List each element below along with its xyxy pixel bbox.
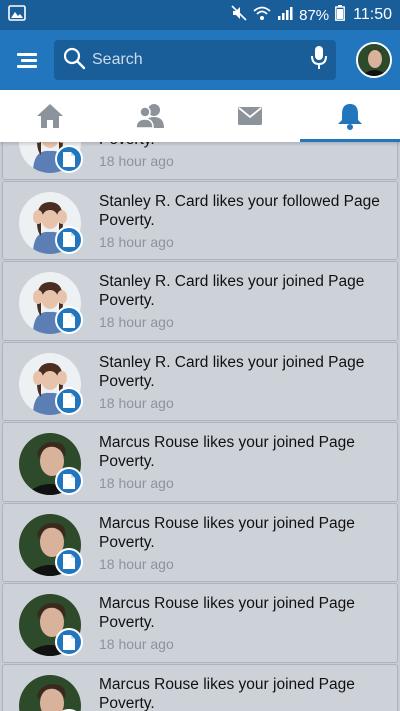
notification-item[interactable]: Stanley R. Card likes your followed Page… <box>2 180 398 260</box>
notification-message: Marcus Rouse likes your joined Page Pove… <box>99 595 355 631</box>
notification-avatar <box>19 674 81 711</box>
page-badge <box>55 547 83 576</box>
friends-icon <box>135 104 164 129</box>
page-icon <box>63 473 75 489</box>
notification-item[interactable]: Marcus Rouse likes your joined Page Pove… <box>2 422 398 502</box>
page-badge <box>55 145 83 173</box>
notification-time: 18 hour ago <box>99 153 174 169</box>
notification-time: 18 hour ago <box>99 475 174 491</box>
notification-message: Marcus Rouse likes your joined Page Pove… <box>99 675 355 711</box>
page-icon <box>63 232 75 247</box>
menu-icon <box>17 53 37 68</box>
notification-message: Marcus Rouse likes your joined Page Pove… <box>99 514 355 551</box>
gallery-icon <box>8 4 26 26</box>
search-bar[interactable] <box>54 40 336 80</box>
bell-icon <box>338 104 362 130</box>
notification-time: 18 hour ago <box>99 233 174 250</box>
page-icon <box>63 554 75 569</box>
profile-avatar[interactable] <box>356 42 392 78</box>
tab-bar <box>0 90 400 142</box>
page-icon <box>63 151 75 167</box>
notification-item[interactable]: Marcus Rouse likes your joined Page Pove… <box>2 502 398 582</box>
wifi-icon <box>253 5 271 25</box>
search-icon <box>62 46 86 75</box>
battery-icon <box>335 5 346 25</box>
page-icon <box>63 312 75 328</box>
page-badge <box>55 628 83 656</box>
tab-notifications[interactable] <box>300 90 400 142</box>
status-bar: 87% 11:50 <box>0 0 400 30</box>
notification-message: Stanley R. Card likes your joined Page P… <box>99 353 365 390</box>
battery-percent: 87% <box>299 6 330 24</box>
microphone-icon[interactable] <box>310 45 328 76</box>
search-input[interactable] <box>92 51 310 69</box>
notification-message: Stanley R. Card likes your followed Page… <box>99 192 380 229</box>
notification-message: Marcus Rouse likes your joined Page Pove… <box>99 434 355 470</box>
tab-home[interactable] <box>0 90 100 142</box>
menu-button[interactable] <box>14 46 42 74</box>
notification-time: 18 hour ago <box>99 394 174 411</box>
notification-time: 18 hour ago <box>99 555 174 572</box>
page-icon <box>63 393 75 408</box>
mute-icon <box>231 5 247 25</box>
notification-item[interactable]: Stanley R. Card likes your joined Page P… <box>2 261 398 341</box>
home-icon <box>37 104 63 128</box>
notification-time: 18 hour ago <box>99 636 174 652</box>
clock: 11:50 <box>353 6 392 23</box>
tab-messages[interactable] <box>200 90 300 142</box>
page-icon <box>63 634 75 650</box>
signal-icon <box>277 5 293 25</box>
app-bar <box>0 30 400 90</box>
notification-time: 18 hour ago <box>99 314 174 330</box>
mail-icon <box>238 107 262 125</box>
notification-item[interactable]: Stanley R. Card likes your joined Page P… <box>2 341 398 421</box>
notification-item[interactable]: Marcus Rouse likes your joined Page Pove… <box>2 583 398 663</box>
notification-list[interactable]: Stanley R. Card likes your joined Page P… <box>0 142 400 711</box>
notification-message: Stanley R. Card likes your joined Page P… <box>99 142 397 149</box>
notification-item[interactable]: Stanley R. Card likes your joined Page P… <box>2 142 398 180</box>
page-badge <box>55 306 83 334</box>
page-badge <box>55 467 83 495</box>
notification-message: Stanley R. Card likes your joined Page P… <box>99 273 365 309</box>
tab-friends[interactable] <box>100 90 200 142</box>
notification-item[interactable]: Marcus Rouse likes your joined Page Pove… <box>2 663 398 711</box>
page-badge <box>55 225 83 254</box>
page-badge <box>55 386 83 415</box>
